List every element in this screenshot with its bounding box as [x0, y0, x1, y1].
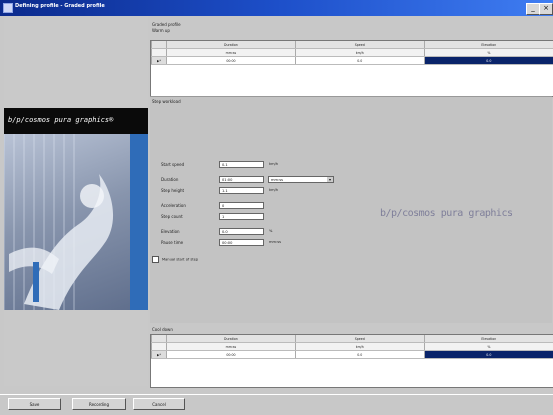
column-header-speed[interactable]: Speed: [295, 41, 424, 49]
minimize-button[interactable]: _: [526, 3, 540, 15]
brand-accent-bar: [130, 134, 148, 310]
close-button[interactable]: ×: [539, 3, 553, 15]
profile-label: Graded profile: [152, 22, 181, 27]
brand-watermark: b/p/cosmos pura graphics: [380, 208, 513, 219]
unit-cell: km/h: [295, 49, 424, 57]
cell-elevation[interactable]: 0.0: [424, 351, 553, 359]
grid-corner: [152, 41, 167, 49]
manual-start-label: Manual start of step: [162, 258, 198, 262]
runner-illustration: [4, 134, 148, 310]
column-header-elevation[interactable]: Elevation: [424, 41, 553, 49]
brand-image: [4, 134, 148, 310]
elevation-unit: %: [269, 229, 272, 233]
brand-accent-bar-small: [33, 262, 39, 302]
start-speed-input[interactable]: 0.1: [219, 161, 264, 168]
unit-cell: mm:ss: [167, 49, 296, 57]
window-title: Defining profile - Graded profile: [15, 3, 105, 9]
table-row: ▶* 00:00 0.0 0.0: [152, 57, 553, 65]
table-row: ▶* 00:00 0.0 0.0: [152, 351, 553, 359]
title-bar: Defining profile - Graded profile _ ×: [0, 0, 553, 16]
unit-cell: mm:ss: [167, 343, 296, 351]
step-height-unit: km/h: [269, 188, 278, 192]
elevation-label: Elevation: [161, 229, 180, 234]
step-workload-label: Step workload: [152, 99, 181, 104]
column-header-speed[interactable]: Speed: [295, 335, 424, 343]
column-header-elevation[interactable]: Elevation: [424, 335, 553, 343]
cell-duration[interactable]: 00:00: [167, 351, 296, 359]
pause-time-label: Pause time: [161, 240, 183, 245]
elevation-input[interactable]: 0.0: [219, 228, 264, 235]
row-marker[interactable]: ▶*: [152, 57, 167, 65]
duration-label: Duration: [161, 177, 178, 182]
warmup-grid[interactable]: Duration Speed Elevation mm:ss km/h % ▶*…: [150, 40, 553, 97]
step-height-label: Step height: [161, 188, 184, 193]
brand-banner: b/p/cosmos pura graphics®: [4, 108, 148, 134]
save-button[interactable]: Save: [8, 398, 61, 410]
duration-unit-dropdown[interactable]: mm:ss ▾: [268, 176, 334, 183]
cell-speed[interactable]: 0.0: [295, 351, 424, 359]
grid-row-header: [152, 343, 167, 351]
step-count-label: Step count: [161, 214, 183, 219]
cell-speed[interactable]: 0.0: [295, 57, 424, 65]
unit-cell: %: [424, 49, 553, 57]
duration-input[interactable]: 01:00: [219, 176, 264, 183]
manual-start-checkbox-row[interactable]: Manual start of step: [152, 256, 198, 263]
cancel-button[interactable]: Cancel: [133, 398, 185, 410]
brand-banner-text: b/p/cosmos pura graphics®: [8, 116, 113, 124]
grid-row-header: [152, 49, 167, 57]
duration-unit-value: mm:ss: [271, 178, 283, 182]
column-header-duration[interactable]: Duration: [167, 335, 296, 343]
acceleration-input[interactable]: 0: [219, 202, 264, 209]
manual-start-checkbox[interactable]: [152, 256, 159, 263]
grid-corner: [152, 335, 167, 343]
cool-down-label: Cool down: [152, 327, 173, 332]
row-marker[interactable]: ▶*: [152, 351, 167, 359]
warmup-label: Warm up: [152, 28, 170, 33]
pause-time-input[interactable]: 00:00: [219, 239, 264, 246]
start-speed-unit: km/h: [269, 162, 278, 166]
acceleration-label: Acceleration: [161, 203, 186, 208]
recording-button[interactable]: Recording: [72, 398, 126, 410]
unit-cell: %: [424, 343, 553, 351]
app-icon: [3, 3, 13, 13]
cool-down-grid[interactable]: Duration Speed Elevation mm:ss km/h % ▶*…: [150, 334, 553, 388]
step-height-input[interactable]: 1.1: [219, 187, 264, 194]
pause-time-unit: mm:ss: [269, 240, 281, 244]
step-count-input[interactable]: 1: [219, 213, 264, 220]
start-speed-label: Start speed: [161, 162, 184, 167]
chevron-down-icon[interactable]: ▾: [327, 177, 333, 182]
cell-duration[interactable]: 00:00: [167, 57, 296, 65]
cell-elevation[interactable]: 0.0: [424, 57, 553, 65]
column-header-duration[interactable]: Duration: [167, 41, 296, 49]
unit-cell: km/h: [295, 343, 424, 351]
